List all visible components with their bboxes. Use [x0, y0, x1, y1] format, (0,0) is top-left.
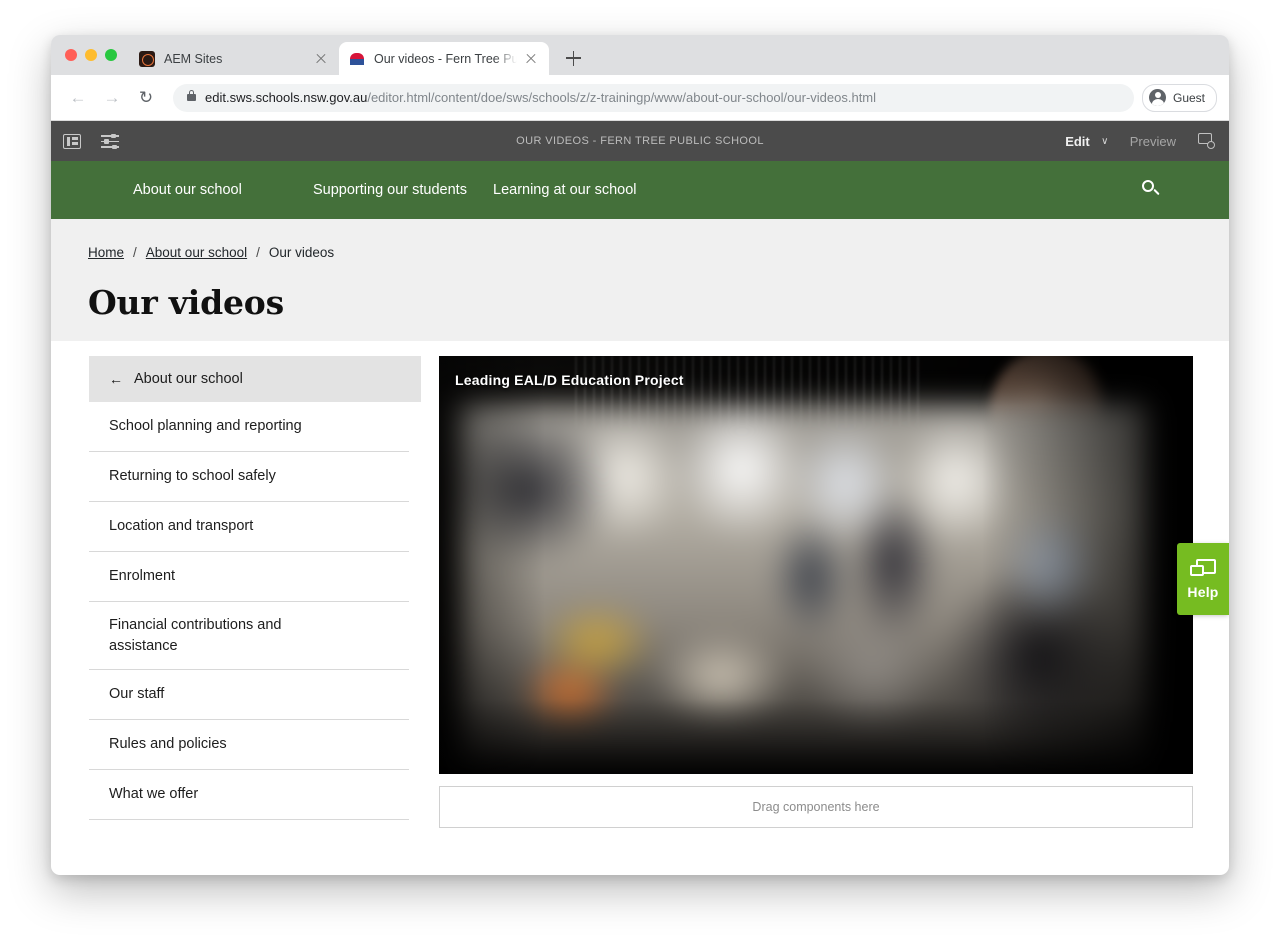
breadcrumb: Home / About our school / Our videos — [51, 245, 1229, 260]
sidebar-item-label: Enrolment — [109, 568, 176, 584]
aem-page-title: OUR VIDEOS - FERN TREE PUBLIC SCHOOL — [516, 135, 764, 147]
sidebar-item-returning-to-school-safely[interactable]: Returning to school safely — [89, 452, 409, 502]
arrow-left-icon: ← — [109, 371, 123, 387]
nav-item-about-our-school[interactable]: About our school — [133, 180, 313, 200]
url-host: edit.sws.schools.nsw.gov.au — [205, 90, 368, 105]
forward-button[interactable]: → — [97, 83, 127, 113]
profile-button[interactable]: Guest — [1141, 83, 1217, 112]
breadcrumb-separator: / — [133, 245, 137, 260]
profile-label: Guest — [1172, 90, 1205, 105]
help-button[interactable]: Help — [1177, 543, 1229, 615]
site-nav-items: About our school Supporting our students… — [51, 180, 673, 200]
main-column: Leading EAL/D Education Project Drag com… — [421, 356, 1229, 854]
close-icon[interactable] — [523, 51, 539, 67]
sidebar-item-label: Financial contributions and assistance — [109, 616, 282, 654]
browser-tab-title: Our videos - Fern Tree Public S — [374, 51, 517, 66]
lock-icon — [187, 90, 196, 101]
video-vignette — [439, 356, 1193, 774]
back-button[interactable]: ← — [63, 83, 93, 113]
avatar — [1148, 89, 1166, 106]
close-icon[interactable] — [313, 51, 329, 67]
aem-editor-toolbar: OUR VIDEOS - FERN TREE PUBLIC SCHOOL Edi… — [51, 121, 1229, 161]
sidebar-item-school-planning-and-reporting[interactable]: School planning and reporting — [89, 402, 409, 452]
sidebar-item-our-staff[interactable]: Our staff — [89, 670, 409, 720]
search-icon[interactable] — [1139, 178, 1163, 202]
browser-tab-our-videos[interactable]: Our videos - Fern Tree Public S — [339, 42, 549, 75]
video-player[interactable]: Leading EAL/D Education Project — [439, 356, 1193, 774]
url-path: /editor.html/content/doe/sws/schools/z/z… — [367, 90, 877, 105]
sidebar-item-label: School planning and reporting — [109, 418, 302, 434]
sidebar-item-label: Rules and policies — [109, 736, 227, 752]
nsw-favicon — [349, 50, 365, 67]
sidebar-header-label: About our school — [134, 371, 243, 387]
dropzone-label: Drag components here — [752, 800, 880, 814]
browser-window: AEM Sites Our videos - Fern Tree Public … — [51, 35, 1229, 875]
sidebar-item-label: Returning to school safely — [109, 468, 276, 484]
site-navigation: About our school Supporting our students… — [51, 161, 1229, 219]
browser-address-bar: ← → ↻ edit.sws.schools.nsw.gov.au/editor… — [51, 75, 1229, 121]
sidebar-item-label: What we offer — [109, 786, 199, 802]
sidebar-item-location-and-transport[interactable]: Location and transport — [89, 502, 409, 552]
nav-item-supporting-our-students[interactable]: Supporting our students — [313, 180, 493, 200]
preview-button[interactable]: Preview — [1130, 134, 1176, 149]
panel-icon[interactable] — [63, 133, 81, 149]
screen: AEM Sites Our videos - Fern Tree Public … — [0, 0, 1280, 943]
minimize-window-button[interactable] — [85, 49, 97, 61]
sidebar-navigation: ← About our school School planning and r… — [51, 356, 421, 854]
url-input[interactable]: edit.sws.schools.nsw.gov.au/editor.html/… — [173, 83, 1134, 112]
sidebar-item-label: Our staff — [109, 686, 165, 702]
browser-tabs: AEM Sites Our videos - Fern Tree Public … — [129, 35, 587, 75]
page-title: Our videos — [88, 283, 284, 322]
browser-tab-title: AEM Sites — [164, 51, 223, 66]
video-title: Leading EAL/D Education Project — [455, 372, 684, 388]
help-label: Help — [1187, 583, 1219, 600]
aem-toolbar-left — [51, 133, 119, 149]
breadcrumb-item-home[interactable]: Home — [88, 245, 124, 260]
window-controls — [65, 49, 117, 61]
chevron-down-icon[interactable]: ∨ — [1094, 136, 1116, 147]
browser-tab-strip: AEM Sites Our videos - Fern Tree Public … — [51, 35, 1229, 75]
drag-components-dropzone[interactable]: Drag components here — [439, 786, 1193, 828]
aem-toolbar-right: Edit ∨ Preview — [1061, 133, 1229, 149]
sidebar-item-about-our-school[interactable]: ← About our school — [89, 356, 421, 402]
sidebar-item-rules-and-policies[interactable]: Rules and policies — [89, 720, 409, 770]
edit-mode-button[interactable]: Edit — [1061, 134, 1094, 149]
reload-button[interactable]: ↻ — [131, 83, 161, 113]
sliders-icon[interactable] — [101, 133, 119, 149]
breadcrumb-separator: / — [256, 245, 260, 260]
browser-tab-aem-sites[interactable]: AEM Sites — [129, 42, 339, 75]
breadcrumb-item-about-our-school[interactable]: About our school — [146, 245, 247, 260]
aem-favicon — [139, 50, 155, 67]
maximize-window-button[interactable] — [105, 49, 117, 61]
new-tab-button[interactable] — [559, 44, 587, 72]
chat-bubble-icon — [1190, 558, 1216, 579]
close-window-button[interactable] — [65, 49, 77, 61]
annotation-icon[interactable] — [1198, 133, 1215, 149]
sidebar-item-what-we-offer[interactable]: What we offer — [89, 770, 409, 820]
sidebar-item-enrolment[interactable]: Enrolment — [89, 552, 409, 602]
sidebar-item-label: Location and transport — [109, 518, 254, 534]
nav-item-learning-at-our-school[interactable]: Learning at our school — [493, 180, 673, 200]
page-header-band: Home / About our school / Our videos Our… — [51, 219, 1229, 341]
sidebar-item-financial-contributions-and-assistance[interactable]: Financial contributions and assistance — [89, 602, 409, 670]
page-content: ← About our school School planning and r… — [51, 341, 1229, 854]
breadcrumb-item-our-videos: Our videos — [268, 245, 335, 260]
